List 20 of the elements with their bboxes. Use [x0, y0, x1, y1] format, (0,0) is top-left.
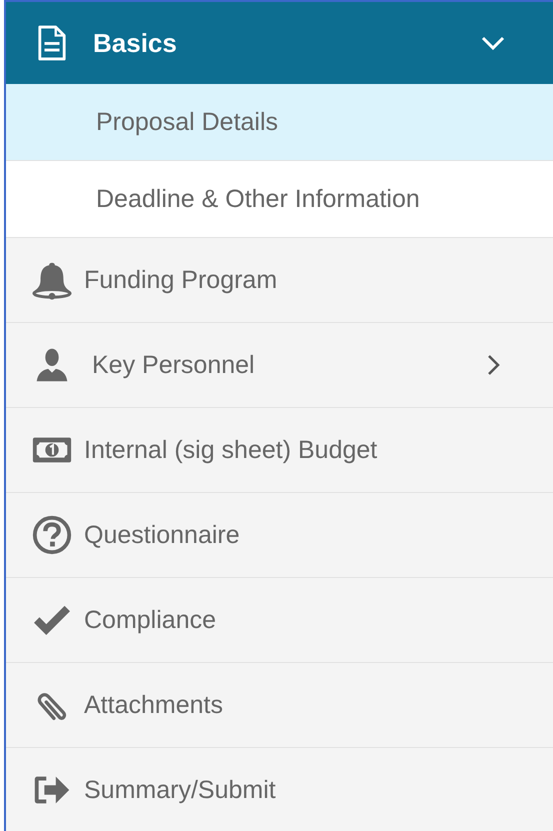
menu-item[interactable]: Key Personnel	[6, 323, 553, 408]
chevron-down-icon	[481, 35, 505, 51]
menu-item-label: Compliance	[84, 606, 218, 634]
submenu-item[interactable]: Proposal Details	[6, 84, 553, 161]
menu-item-label: Questionnaire	[84, 520, 241, 550]
menu-item-label: Attachments	[84, 690, 224, 720]
menu-item[interactable]: Funding Program	[6, 238, 553, 323]
menu-item-label: Key Personnel	[92, 350, 256, 380]
menu-item-label: Internal (sig sheet) Budget	[84, 436, 378, 464]
menu-item-label: Funding Program	[84, 266, 278, 294]
section-title: Basics	[93, 28, 178, 58]
menu-item[interactable]: Questionnaire	[6, 493, 553, 578]
menu-item[interactable]: Attachments	[6, 663, 553, 748]
menu-item[interactable]: Summary/Submit	[6, 748, 553, 831]
document-icon	[37, 25, 67, 61]
menu-item[interactable]: Compliance	[6, 578, 553, 663]
menu-item[interactable]: Internal (sig sheet) Budget	[6, 408, 553, 493]
submenu-item[interactable]: Deadline & Other Information	[6, 161, 553, 238]
menu-item-label: Summary/Submit	[84, 776, 277, 804]
section-header[interactable]: Basics	[6, 0, 553, 84]
